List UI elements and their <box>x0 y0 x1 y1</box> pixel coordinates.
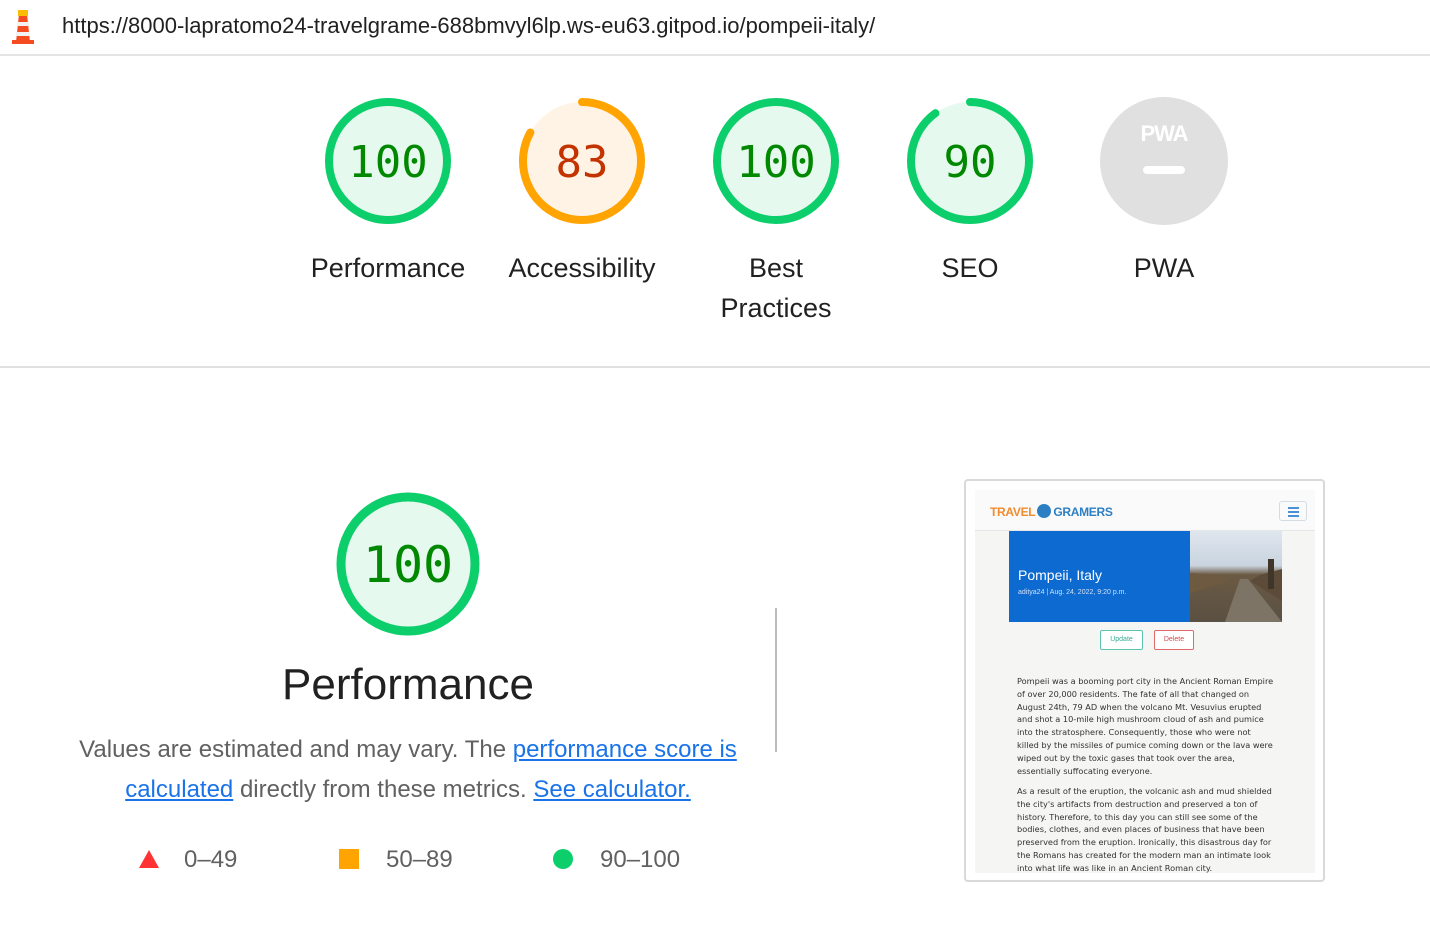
performance-score: 100 <box>363 536 453 594</box>
screenshot-page: TRAVEL GRAMERS Pompeii, Italy aditya24 | … <box>975 490 1315 873</box>
gauge-performance[interactable]: 100 Performance <box>291 96 485 288</box>
post-paragraph: As a result of the eruption, the volcani… <box>1017 786 1272 873</box>
site-navbar: TRAVEL GRAMERS <box>975 490 1315 531</box>
gauge-seo[interactable]: 90 SEO <box>873 96 1067 288</box>
gauge-score: 100 <box>736 137 815 188</box>
gauge-ring: 100 <box>325 98 451 224</box>
final-screenshot[interactable]: TRAVEL GRAMERS Pompeii, Italy aditya24 | … <box>964 479 1325 882</box>
globe-icon <box>1037 504 1052 518</box>
legend-average: 50–89 <box>338 846 453 874</box>
performance-description: Values are estimated and may vary. The p… <box>70 730 746 810</box>
see-calculator-link[interactable]: See calculator. <box>533 776 690 803</box>
performance-title: Performance <box>282 660 534 709</box>
gauge-label: PWA <box>1133 253 1195 283</box>
triangle-icon <box>139 850 159 868</box>
gauge-score: 90 <box>944 137 997 188</box>
post-hero: Pompeii, Italy aditya24 | Aug. 24, 2022,… <box>1009 531 1190 622</box>
pwa-badge: PWA <box>1100 97 1228 225</box>
gauge-label: SEO <box>941 253 999 283</box>
gauge-ring: 90 <box>907 98 1033 224</box>
legend-range: 90–100 <box>600 846 681 873</box>
gauge-best-practices[interactable]: 100 Best Practices <box>679 96 873 328</box>
performance-gauge: 100 <box>336 492 480 636</box>
post-paragraph: Pompeii was a booming port city in the A… <box>1017 676 1274 776</box>
square-icon <box>339 849 359 869</box>
description-text: directly from these metrics. <box>233 776 534 803</box>
post-title: Pompeii, Italy <box>1018 567 1103 583</box>
gauge-label: Accessibility <box>508 253 656 283</box>
update-button: Update <box>1100 630 1143 650</box>
pwa-dash-icon <box>1143 166 1185 174</box>
vertical-separator <box>775 608 777 752</box>
gauge-score: 100 <box>348 137 427 188</box>
gauge-label: Performance <box>310 253 466 283</box>
performance-section: 100 Performance Values are estimated and… <box>0 368 1430 932</box>
gauge-label: Best Practices <box>720 253 832 323</box>
report-url[interactable]: https://8000-lapratomo24-travelgrame-688… <box>62 13 875 39</box>
legend-fail: 0–49 <box>138 846 237 874</box>
pwa-badge-text: PWA <box>1140 121 1188 146</box>
report-header: https://8000-lapratomo24-travelgrame-688… <box>0 0 1430 56</box>
score-gauges: 100 Performance 83 Accessibility 100 Bes… <box>0 56 1430 366</box>
legend-pass: 90–100 <box>552 846 680 874</box>
gauge-ring: 100 <box>713 98 839 224</box>
delete-button: Delete <box>1154 630 1194 650</box>
legend-range: 50–89 <box>386 846 453 873</box>
logo-text-right: GRAMERS <box>1053 505 1113 519</box>
gauge-score: 83 <box>556 137 609 188</box>
gauge-ring: 83 <box>519 98 645 224</box>
score-legend: 0–49 50–89 90–100 <box>0 846 760 886</box>
circle-icon <box>553 849 573 869</box>
hamburger-icon <box>1279 501 1307 521</box>
pompeii-photo <box>1190 531 1282 622</box>
description-text: Values are estimated and may vary. The <box>79 736 513 763</box>
site-logo: TRAVEL GRAMERS <box>990 504 1113 519</box>
gauge-accessibility[interactable]: 83 Accessibility <box>485 96 679 288</box>
post-meta: aditya24 | Aug. 24, 2022, 9:20 p.m. <box>1018 589 1127 596</box>
logo-text-left: TRAVEL <box>990 505 1036 519</box>
gauge-pwa[interactable]: PWA PWA <box>1067 96 1261 288</box>
lighthouse-icon <box>12 10 34 44</box>
legend-range: 0–49 <box>184 846 238 873</box>
